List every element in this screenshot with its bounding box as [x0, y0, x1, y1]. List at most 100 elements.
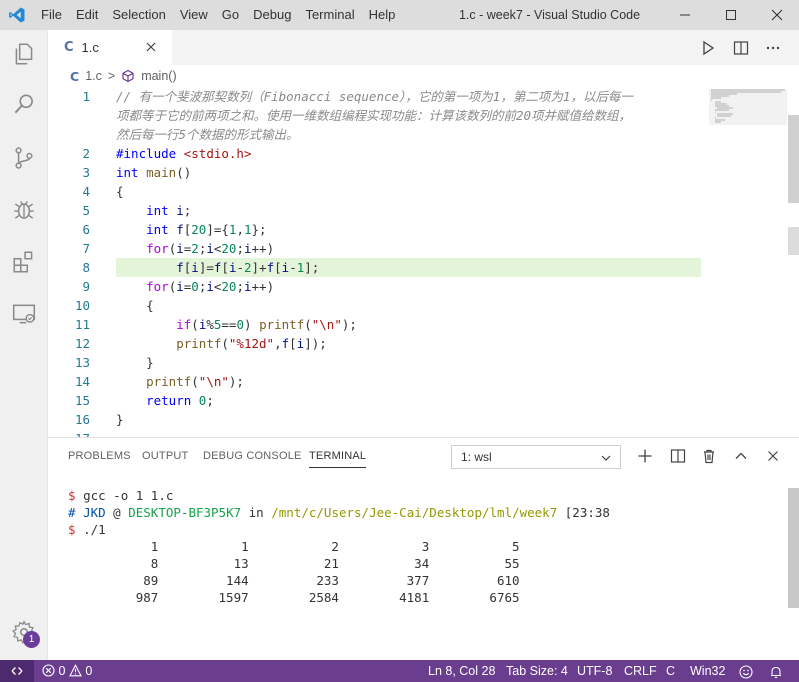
remote-explorer-icon[interactable]: [0, 290, 48, 338]
notification-badge: 1: [23, 631, 40, 648]
line-number: 1: [82, 89, 90, 104]
code-editor[interactable]: 1 // 有一个斐波那契数列（Fibonacci sequence），它的第一项为…: [48, 87, 799, 437]
minimap[interactable]: [707, 87, 787, 437]
language-mode[interactable]: C: [666, 660, 675, 682]
close-panel-icon[interactable]: [764, 447, 782, 465]
terminal-scrollbar[interactable]: [788, 488, 799, 608]
terminal-line: $ gcc -o 1 1.c: [68, 487, 610, 504]
source-control-icon[interactable]: [0, 134, 48, 182]
menu-selection[interactable]: Selection: [105, 0, 172, 30]
menu-file[interactable]: File: [34, 0, 69, 30]
code-line: 8 f[i]=f[i-2]+f[i-1];: [48, 258, 703, 277]
code-line: 14 printf("\n");: [48, 372, 703, 391]
code-text: for(i=0;i<20;i++): [146, 279, 275, 294]
trash-icon[interactable]: [700, 447, 718, 465]
code-line: 然后每一行5个数据的形式输出。: [48, 125, 703, 144]
cursor-position[interactable]: Ln 8, Col 28: [428, 660, 495, 682]
new-terminal-icon[interactable]: [636, 447, 654, 465]
code-text: return 0;: [146, 393, 214, 408]
menu-view[interactable]: View: [173, 0, 215, 30]
code-line: 1 // 有一个斐波那契数列（Fibonacci sequence），它的第一项为…: [48, 87, 703, 106]
menu-help[interactable]: Help: [362, 0, 403, 30]
line-number: 16: [74, 412, 90, 427]
code-text: }: [116, 355, 154, 370]
line-number: 5: [82, 203, 90, 218]
extensions-icon[interactable]: [0, 238, 48, 286]
code-line: 9 for(i=0;i<20;i++): [48, 277, 703, 296]
breadcrumb-separator: >: [107, 69, 116, 83]
status-bar: 0 0 Ln 8, Col 28 Tab Size: 4 UTF-8 CRLF …: [0, 660, 799, 682]
manage-gear-icon[interactable]: [0, 608, 48, 656]
breadcrumb-symbol[interactable]: main(): [141, 69, 176, 83]
code-text: 然后每一行5个数据的形式输出。: [116, 127, 299, 142]
code-text: int f[20]={1,1};: [146, 222, 267, 237]
notifications-bell-icon[interactable]: [769, 664, 783, 678]
tab-output[interactable]: OUTPUT: [142, 450, 188, 462]
code-line: 5 int i;: [48, 201, 703, 220]
menu-debug[interactable]: Debug: [246, 0, 298, 30]
line-number: 11: [74, 317, 90, 332]
close-tab-icon[interactable]: [144, 40, 158, 54]
activity-bar: 1: [0, 30, 48, 660]
menu-terminal[interactable]: Terminal: [298, 0, 361, 30]
line-number: 17: [48, 429, 90, 437]
code-line: 7 for(i=2;i<20;i++): [48, 239, 703, 258]
feedback-smiley-icon[interactable]: [739, 664, 753, 679]
tab-1c[interactable]: C 1.c: [48, 30, 172, 65]
chevron-up-icon[interactable]: [732, 447, 750, 465]
run-icon[interactable]: [699, 39, 717, 57]
code-text: {: [116, 184, 124, 199]
chevron-down-icon: [601, 455, 611, 461]
terminal-prompt: $: [68, 488, 76, 503]
code-line: 16}: [48, 410, 703, 429]
code-text: {: [116, 298, 154, 313]
tab-size[interactable]: Tab Size: 4: [506, 660, 568, 682]
terminal-output[interactable]: $ gcc -o 1 1.c # JKD @ DESKTOP-BF3P5K7 i…: [68, 487, 610, 606]
code-line: 17: [48, 429, 703, 437]
line-number: 3: [82, 165, 90, 180]
end-of-line[interactable]: CRLF: [624, 660, 657, 682]
vscode-logo-icon: [0, 0, 34, 30]
terminal-select[interactable]: 1: wsl: [451, 445, 621, 469]
terminal-at: @: [113, 505, 121, 520]
search-icon[interactable]: [0, 80, 48, 128]
line-number: 12: [74, 336, 90, 351]
editor-scrollbar[interactable]: [788, 115, 799, 203]
menu-edit[interactable]: Edit: [69, 0, 105, 30]
line-number: 10: [74, 298, 90, 313]
close-window-button[interactable]: [754, 0, 799, 30]
line-number: 7: [82, 241, 90, 256]
minimize-button[interactable]: [662, 0, 708, 30]
code-line: 项都等于它的前两项之和。使用一维数组编程实现功能：计算该数列的前20项并赋值给数…: [48, 106, 703, 125]
terminal-output-row: 987 1597 2584 4181 6765: [68, 590, 520, 605]
code-text: // 有一个斐波那契数列（Fibonacci sequence），它的第一项为1…: [116, 89, 633, 104]
error-icon: [42, 664, 55, 677]
split-terminal-icon[interactable]: [669, 447, 687, 465]
code-line: 11 if(i%5==0) printf("\n");: [48, 315, 703, 334]
editor-scrollbar-track[interactable]: [788, 227, 799, 255]
code-line: 15 return 0;: [48, 391, 703, 410]
code-text: int i;: [146, 203, 192, 218]
code-text: #include <stdio.h>: [116, 146, 252, 161]
tab-debug-console[interactable]: DEBUG CONSOLE: [203, 450, 302, 462]
platform[interactable]: Win32: [690, 660, 725, 682]
remote-indicator-button[interactable]: [0, 660, 34, 682]
split-editor-icon[interactable]: [732, 39, 750, 57]
terminal-command: gcc -o 1 1.c: [83, 488, 174, 503]
editor-tab-bar: C 1.c: [48, 30, 799, 65]
code-line: 6 int f[20]={1,1};: [48, 220, 703, 239]
more-actions-icon[interactable]: [764, 39, 782, 57]
menu-go[interactable]: Go: [215, 0, 246, 30]
problems-status[interactable]: 0 0: [42, 660, 92, 682]
code-text: printf("\n");: [146, 374, 244, 389]
encoding[interactable]: UTF-8: [577, 660, 612, 682]
tab-terminal[interactable]: TERMINAL: [309, 450, 367, 468]
terminal-command: ./1: [83, 522, 106, 537]
tab-problems[interactable]: PROBLEMS: [68, 450, 131, 462]
maximize-button[interactable]: [708, 0, 754, 30]
warning-icon: [69, 664, 82, 677]
breadcrumb-file[interactable]: 1.c: [85, 69, 102, 83]
debug-icon[interactable]: [0, 186, 48, 234]
code-line: 4{: [48, 182, 703, 201]
explorer-icon[interactable]: [0, 30, 48, 78]
